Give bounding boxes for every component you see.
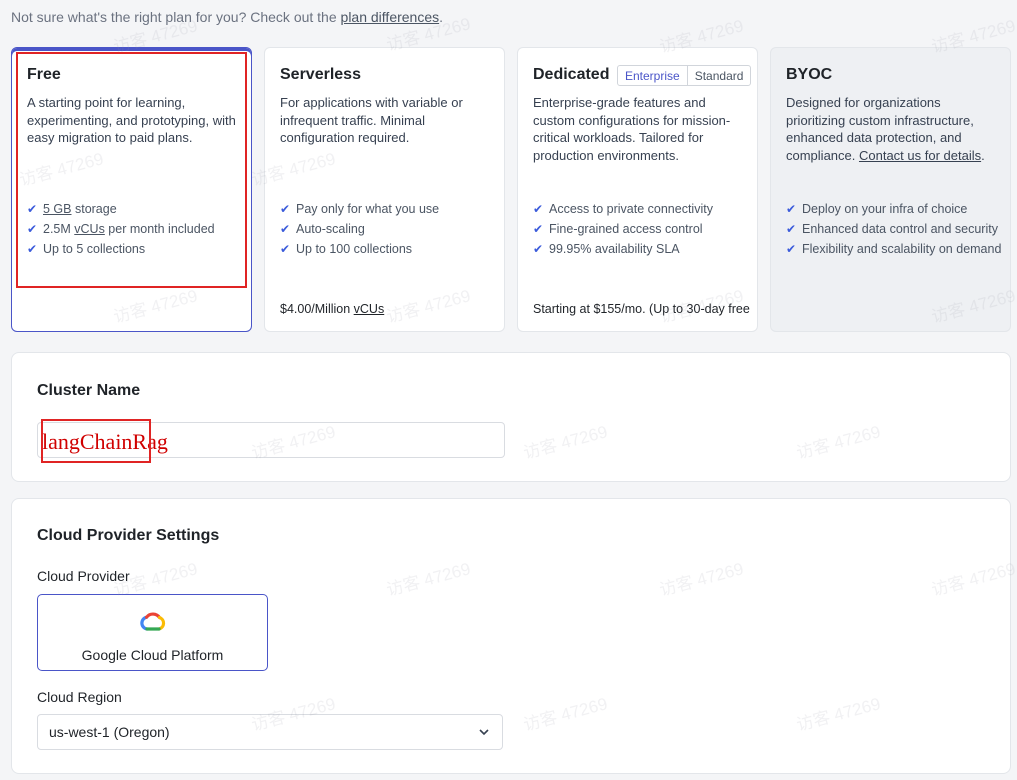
feature-item: ✔ Auto-scaling (280, 222, 365, 236)
check-icon: ✔ (786, 222, 797, 236)
tab-enterprise[interactable]: Enterprise (618, 66, 688, 85)
cloud-provider-label: Cloud Provider (37, 568, 130, 584)
cluster-name-panel: Cluster Name langChainRag (11, 352, 1011, 482)
plan-notice-text: Not sure what's the right plan for you? … (11, 9, 341, 25)
check-icon: ✔ (280, 222, 291, 236)
plan-description: Enterprise-grade features and custom con… (533, 95, 731, 163)
tab-standard[interactable]: Standard (688, 66, 751, 85)
check-icon: ✔ (533, 242, 544, 256)
plan-card-dedicated[interactable]: Dedicated Enterprise Standard Enterprise… (517, 47, 758, 332)
cluster-name-title: Cluster Name (37, 382, 141, 399)
feature-item: ✔ Access to private connectivity (533, 202, 713, 216)
feature-item: ✔ Enhanced data control and security (786, 222, 998, 236)
cloud-settings-title: Cloud Provider Settings (37, 527, 220, 544)
feature-item: ✔ Deploy on your infra of choice (786, 202, 968, 216)
cloud-region-value: us-west-1 (Oregon) (49, 724, 170, 740)
cloud-provider-panel: Cloud Provider Settings Cloud Provider G… (11, 498, 1011, 774)
check-icon: ✔ (280, 202, 291, 216)
plan-description: For applications with variable or infreq… (280, 95, 463, 145)
provider-option-gcp[interactable]: Google Cloud Platform (37, 594, 268, 671)
feature-item: ✔ Flexibility and scalability on demand (786, 242, 1002, 256)
check-icon: ✔ (786, 202, 797, 216)
contact-us-link[interactable]: Contact us for details (859, 148, 981, 163)
plan-notice: Not sure what's the right plan for you? … (11, 9, 443, 25)
feature-item: ✔ 99.95% availability SLA (533, 242, 680, 256)
plan-card-byoc[interactable]: BYOC Designed for organizations prioriti… (770, 47, 1011, 332)
plan-title: BYOC (786, 66, 833, 83)
plan-notice-suffix: . (439, 9, 444, 25)
google-cloud-icon (140, 612, 166, 631)
plan-card-serverless[interactable]: Serverless For applications with variabl… (264, 47, 505, 332)
chevron-down-icon (479, 729, 489, 736)
highlight-box-cluster-name (41, 419, 151, 463)
provider-name: Google Cloud Platform (81, 647, 224, 663)
check-icon: ✔ (533, 202, 544, 216)
check-icon: ✔ (786, 242, 797, 256)
plan-features: ✔ Access to private connectivity ✔ Fine-gr… (533, 201, 749, 261)
check-icon: ✔ (533, 222, 544, 236)
feature-item: ✔ Up to 100 collections (280, 242, 413, 256)
plan-differences-link[interactable]: plan differences (341, 9, 440, 25)
feature-item: ✔ Pay only for what you use (280, 202, 440, 216)
check-icon: ✔ (280, 242, 291, 256)
dedicated-tier-tabs: Enterprise Standard (617, 65, 752, 86)
plan-title: Serverless (280, 66, 361, 83)
feature-item: ✔ Fine-grained access control (533, 222, 703, 236)
highlight-box-free-plan (16, 52, 247, 288)
plan-price: Starting at $155/mo. (Up to 30-day free (533, 302, 750, 316)
plan-cards: Free A starting point for learning, expe… (11, 47, 1011, 332)
cloud-region-select[interactable]: us-west-1 (Oregon) (37, 714, 503, 750)
plan-features: ✔ Pay only for what you use ✔ Auto-scaling… (280, 201, 496, 261)
plan-features: ✔ Deploy on your infra of choice ✔ Enhance… (786, 201, 1002, 261)
cloud-region-label: Cloud Region (37, 689, 122, 705)
plan-description: Designed for organizations prioritizing … (786, 95, 985, 163)
plan-price: $4.00/Million vCUs (280, 302, 385, 316)
